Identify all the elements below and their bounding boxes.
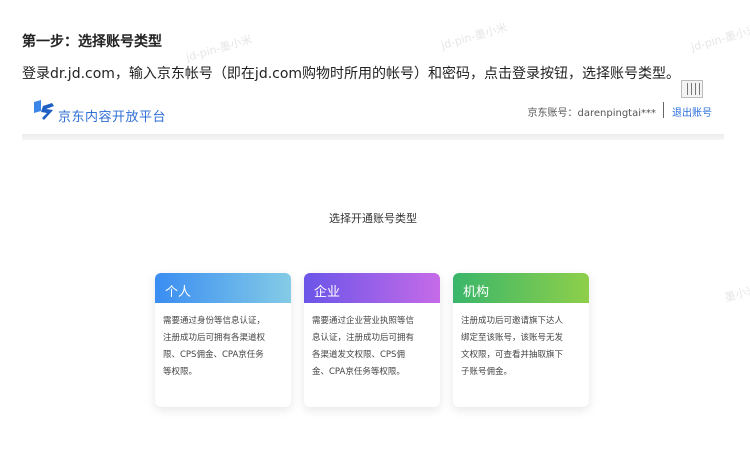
card-description: 注册成功后可邀请旗下达人 绑定至该账号，该账号无发 文权限，可查看并抽取旗下 子… [453,303,589,391]
card-description: 需要通过企业营业执照等信 息认证，注册成功后可拥有 各渠道发文权限、CPS佣 金… [304,303,440,391]
top-bar: 京东内容开放平台 京东账号：darenpingtai*** 退出账号 [22,90,724,134]
header-divider [663,102,664,118]
card-line: 绑定至该账号，该账号无发 [461,333,564,343]
choose-account-type-title: 选择开通账号类型 [329,212,417,225]
card-line: 息认证，注册成功后可拥有 [312,333,415,343]
account-type-card-institution[interactable]: 机构 注册成功后可邀请旗下达人 绑定至该账号，该账号无发 文权限，可查看并抽取旗… [453,273,589,407]
card-line: 文权限，可查看并抽取旗下 [461,350,564,360]
jd-logo-icon [34,100,54,120]
card-line: 需要通过身份等信息认证， [163,316,266,326]
platform-name: 京东内容开放平台 [58,110,167,125]
screenshot-panel: 京东内容开放平台 京东账号：darenpingtai*** 退出账号 选择开通账… [22,80,724,432]
card-description: 需要通过身份等信息认证， 注册成功后可拥有各渠道权 限、CPS佣金、CPA京任务… [155,303,291,391]
step-description: 登录dr.jd.com，输入京东帐号（即在jd.com购物时所用的帐号）和密码，… [22,66,681,82]
card-title: 机构 [453,273,589,303]
card-line: 子账号佣金。 [461,367,513,377]
card-title: 个人 [155,273,291,303]
card-line: 需要通过企业营业执照等信 [312,316,415,326]
step-title: 第一步：选择账号类型 [22,34,162,50]
card-line: 注册成功后可拥有各渠道权 [163,333,266,343]
watermark: jd-pin-墨小米 [184,32,254,65]
logout-link[interactable]: 退出账号 [672,104,712,119]
card-line: 限、CPS佣金、CPA京任务 [163,350,264,360]
account-info: 京东账号：darenpingtai*** [527,108,657,119]
card-line: 等权限。 [163,367,198,377]
card-title: 企业 [304,273,440,303]
card-line: 注册成功后可邀请旗下达人 [461,316,564,326]
document-icon [681,80,703,98]
card-line: 金、CPA京任务等权限。 [312,367,405,377]
card-line: 各渠道发文权限、CPS佣 [312,350,405,360]
account-type-card-personal[interactable]: 个人 需要通过身份等信息认证， 注册成功后可拥有各渠道权 限、CPS佣金、CPA… [155,273,291,407]
watermark: jd-pin-墨小米 [689,22,750,55]
watermark: jd-pin-墨小米 [439,20,509,53]
header-separator [22,134,724,140]
account-type-card-enterprise[interactable]: 企业 需要通过企业营业执照等信 息认证，注册成功后可拥有 各渠道发文权限、CPS… [304,273,440,407]
